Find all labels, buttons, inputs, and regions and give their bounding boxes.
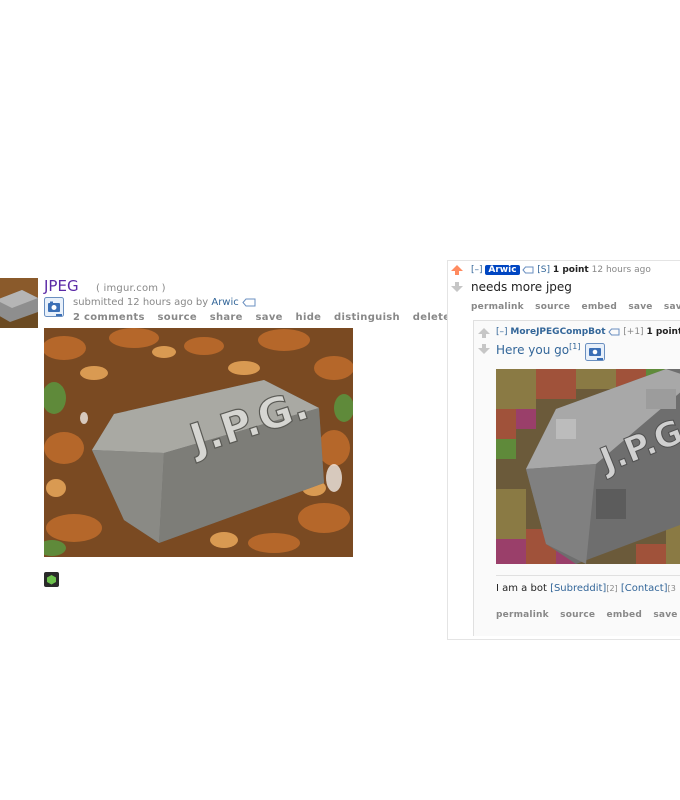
image-expand-icon[interactable] (44, 297, 64, 317)
save-link[interactable]: save (628, 302, 652, 312)
source-link[interactable]: source (158, 312, 197, 323)
footnote-ref[interactable]: [1] (569, 342, 580, 351)
post-domain[interactable]: ( imgur.com ) (96, 283, 166, 294)
green-badge-icon[interactable] (44, 572, 59, 587)
delete-link[interactable]: delete (413, 312, 451, 323)
subreddit-footnote: [2] (606, 584, 618, 593)
post-action-buttons: 2 comments source share save hide distin… (73, 312, 459, 323)
divider (496, 575, 680, 576)
bot-signature: I am a bot [Subreddit][2] [Contact][3 (496, 583, 676, 594)
reply-image-compressed[interactable]: J.P.G. (496, 369, 680, 564)
here-you-go-link[interactable]: Here you go (496, 343, 569, 357)
source-link[interactable]: source (535, 302, 570, 312)
comment-author-link[interactable]: Arwic (485, 265, 520, 275)
embed-link[interactable]: embed (582, 302, 617, 312)
reply-meta: [–] MoreJPEGCompBot [+1] 1 point (496, 327, 680, 337)
hide-link[interactable]: hide (296, 312, 322, 323)
tag-icon[interactable] (242, 298, 256, 307)
bot-notice: I am a bot (496, 583, 547, 594)
image-expand-icon[interactable] (585, 343, 605, 361)
save-link[interactable]: save (653, 610, 677, 620)
upvote-arrow-icon[interactable] (451, 265, 463, 275)
tag-icon[interactable] (522, 266, 534, 274)
distinguish-link[interactable]: distinguish (334, 312, 400, 323)
comment-body: needs more jpeg (471, 280, 572, 294)
tag-icon[interactable] (608, 328, 620, 336)
subreddit-link[interactable]: [Subreddit] (550, 583, 606, 594)
reply-author-link[interactable]: MoreJPEGCompBot (510, 327, 605, 337)
contact-footnote: [3 (667, 584, 676, 593)
post-tagline: submitted 12 hours ago by Arwic (73, 297, 256, 308)
collapse-toggle[interactable]: [–] (496, 327, 508, 337)
permalink-link[interactable]: permalink (471, 302, 524, 312)
comments-link[interactable]: 2 comments (73, 312, 145, 323)
upvote-arrow-icon[interactable] (478, 328, 490, 338)
post-title[interactable]: JPEG (44, 277, 79, 295)
contact-link[interactable]: [Contact] (621, 583, 668, 594)
downvote-arrow-icon[interactable] (478, 344, 490, 354)
share-link[interactable]: share (210, 312, 243, 323)
reply-body: Here you go[1] (496, 342, 580, 357)
post-image-gravestone[interactable]: J.P.G. (38, 328, 354, 557)
downvote-arrow-icon[interactable] (451, 282, 463, 292)
post-thumbnail[interactable] (0, 278, 38, 328)
comment-meta: [–] Arwic [S] 1 point 12 hours ago (471, 265, 651, 275)
reply-points: 1 point (646, 327, 680, 337)
comment-action-buttons: permalink source embed save save-RES (471, 302, 680, 312)
permalink-link[interactable]: permalink (496, 610, 549, 620)
submitter-tag[interactable]: [S] (537, 265, 550, 275)
save-link[interactable]: save (256, 312, 283, 323)
collapse-toggle[interactable]: [–] (471, 265, 483, 275)
save-res-link[interactable]: save-RES (664, 302, 680, 312)
submitted-text: submitted 12 hours ago by (73, 297, 209, 308)
reply-action-buttons: permalink source embed save save (496, 610, 680, 620)
post-author-link[interactable]: Arwic (211, 297, 238, 308)
source-link[interactable]: source (560, 610, 595, 620)
vote-tag[interactable]: [+1] (623, 327, 643, 337)
comment-time: 12 hours ago (591, 265, 651, 275)
comment-points: 1 point (552, 265, 589, 275)
embed-link[interactable]: embed (607, 610, 642, 620)
